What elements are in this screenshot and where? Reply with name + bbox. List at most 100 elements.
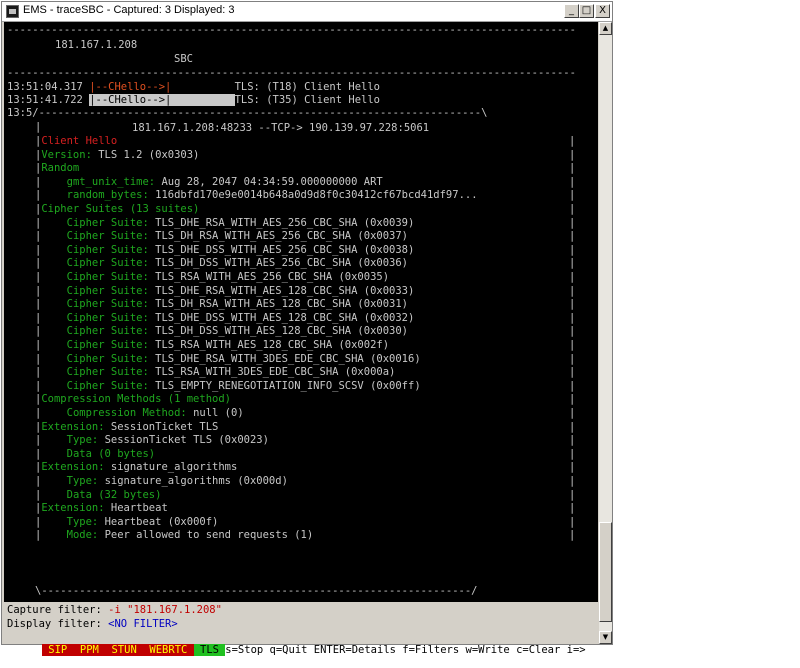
detail-line: |Extension: signature_algorithms bbox=[35, 461, 237, 474]
detail-field-label: Compression Methods (1 method) bbox=[41, 393, 231, 406]
detail-line: |Version: TLS 1.2 (0x0303) bbox=[35, 149, 199, 162]
detail-line: |Extension: Heartbeat bbox=[35, 502, 168, 515]
detail-box-side-right: | bbox=[569, 216, 576, 229]
detail-box-side-right: | bbox=[569, 189, 576, 202]
detail-field-value: Peer allowed to send requests (1) bbox=[104, 529, 314, 542]
detail-line: | Cipher Suite: TLS_DH_RSA_WITH_AES_256_… bbox=[35, 230, 408, 243]
indent-guide bbox=[41, 489, 66, 501]
scroll-down-icon[interactable]: ▼ bbox=[599, 631, 612, 644]
detail-field-value: signature_algorithms bbox=[110, 461, 238, 474]
indent-guide bbox=[41, 257, 66, 269]
detail-field-value: TLS_DH_DSS_WITH_AES_256_CBC_SHA (0x0036) bbox=[155, 257, 409, 270]
detail-field-label: Cipher Suite: bbox=[66, 243, 156, 256]
detail-box-side-right: | bbox=[569, 339, 576, 351]
tab-webrtc[interactable]: WEBRTC bbox=[143, 644, 194, 656]
message-row-selected[interactable]: 13:51:41.722 |--CHello-->| TLS: (T35) Cl… bbox=[7, 94, 380, 107]
detail-field-label: Cipher Suite: bbox=[66, 257, 156, 270]
detail-line: | Cipher Suite: TLS_DH_DSS_WITH_AES_128_… bbox=[35, 325, 408, 338]
detail-field-label: Cipher Suite: bbox=[66, 284, 156, 297]
terminal-panel[interactable]: ----------------------------------------… bbox=[4, 22, 598, 602]
endpoint-label: SBC bbox=[174, 53, 193, 65]
detail-field-label: Data (0 bytes) bbox=[66, 447, 156, 460]
detail-field-label: Cipher Suites (13 suites) bbox=[41, 203, 200, 215]
detail-field-value: 116dbfd170e9e0014b648a0d9d8f0c30412cf67b… bbox=[155, 189, 478, 202]
detail-field-value: Heartbeat (0x000f) bbox=[104, 515, 219, 528]
indent-guide bbox=[41, 298, 66, 310]
detail-box-top: 13:5/-----------------------------------… bbox=[7, 107, 488, 119]
display-filter-value: <NO FILTER> bbox=[108, 618, 178, 630]
tab-tls[interactable]: TLS bbox=[193, 644, 226, 656]
detail-box-side-right: | bbox=[569, 284, 576, 297]
detail-field-label: Cipher Suite: bbox=[66, 379, 156, 392]
detail-line: |Random bbox=[35, 162, 79, 175]
detail-line: | Compression Method: null (0) bbox=[35, 407, 244, 420]
detail-line: | Type: Heartbeat (0x000f) bbox=[35, 516, 218, 529]
key-help: s=Stop q=Quit ENTER=Details f=Filters w=… bbox=[225, 644, 586, 656]
detail-field-label: Mode: bbox=[66, 529, 105, 542]
message-arrow: |--CHello-->| bbox=[89, 81, 172, 93]
tab-ppm[interactable]: PPM bbox=[73, 644, 106, 656]
indent-guide bbox=[41, 176, 66, 188]
detail-field-value: null (0) bbox=[193, 407, 244, 419]
detail-box-side-right: | bbox=[569, 271, 576, 283]
vertical-scrollbar[interactable]: ▲ ▼ bbox=[599, 22, 612, 644]
capture-filter-label: Capture filter: bbox=[7, 604, 109, 616]
tab-stun[interactable]: STUN bbox=[105, 644, 144, 656]
detail-line: | Cipher Suite: TLS_EMPTY_RENEGOTIATION_… bbox=[35, 380, 421, 393]
indent-guide bbox=[41, 189, 66, 201]
ems-window: EMS - traceSBC - Captured: 3 Displayed: … bbox=[1, 1, 613, 656]
detail-line: |Client Hello bbox=[35, 135, 117, 148]
detail-field-value: TLS_RSA_WITH_AES_256_CBC_SHA (0x0035) bbox=[155, 271, 390, 283]
capture-filter-line: Capture filter: -i "181.167.1.208" bbox=[7, 604, 222, 617]
key-bar: SIP PPM STUN WEBRTC TLS s=Stop q=Quit EN… bbox=[4, 632, 598, 656]
detail-field-value: TLS_RSA_WITH_AES_128_CBC_SHA (0x002f) bbox=[155, 339, 390, 351]
app-icon bbox=[6, 5, 19, 18]
detail-field-label: Type: bbox=[66, 475, 105, 487]
detail-field-label: Extension: bbox=[41, 420, 111, 433]
detail-line: | gmt_unix_time: Aug 28, 2047 04:34:59.0… bbox=[35, 176, 383, 189]
detail-line: | Type: SessionTicket TLS (0x0023) bbox=[35, 434, 269, 447]
detail-field-label: Extension: bbox=[41, 461, 111, 474]
detail-field-value: TLS_RSA_WITH_3DES_EDE_CBC_SHA (0x000a) bbox=[155, 366, 396, 379]
detail-field-label: Cipher Suite: bbox=[66, 230, 156, 243]
detail-field-label: Cipher Suite: bbox=[66, 311, 156, 324]
header-rule: ----------------------------------------… bbox=[7, 67, 576, 79]
detail-field-label: Cipher Suite: bbox=[66, 325, 156, 338]
title-bar[interactable]: EMS - traceSBC - Captured: 3 Displayed: … bbox=[2, 2, 612, 22]
indent-guide bbox=[41, 312, 66, 324]
detail-box-side-right: | bbox=[569, 461, 576, 474]
indent-guide bbox=[41, 271, 66, 283]
scroll-up-icon[interactable]: ▲ bbox=[599, 22, 612, 35]
detail-field-value: TLS_DHE_RSA_WITH_3DES_EDE_CBC_SHA (0x001… bbox=[155, 352, 421, 365]
detail-box-side-right: | bbox=[569, 175, 576, 188]
detail-box-side-right: | bbox=[569, 488, 576, 501]
indent-guide bbox=[41, 244, 66, 256]
detail-field-label: Cipher Suite: bbox=[66, 352, 156, 365]
detail-box-side-right: | bbox=[569, 447, 576, 460]
indent-guide bbox=[41, 475, 66, 487]
indent-guide bbox=[41, 434, 66, 446]
detail-box-side-right: | bbox=[569, 366, 576, 379]
message-arrow: |--CHello-->| bbox=[89, 94, 172, 106]
detail-field-value: TLS_DH_DSS_WITH_AES_128_CBC_SHA (0x0030) bbox=[155, 325, 409, 338]
detail-field-value: TLS_DHE_RSA_WITH_AES_128_CBC_SHA (0x0033… bbox=[155, 284, 415, 297]
detail-field-label: Cipher Suite: bbox=[66, 271, 156, 283]
detail-box-side-right: | bbox=[569, 298, 576, 311]
detail-field-value: TLS_DH_RSA_WITH_AES_256_CBC_SHA (0x0037) bbox=[155, 230, 409, 243]
tab-sip[interactable]: SIP bbox=[41, 644, 74, 656]
detail-box-side-right: | bbox=[569, 434, 576, 447]
detail-line: |Cipher Suites (13 suites) bbox=[35, 203, 199, 216]
detail-box-side-right: | bbox=[569, 257, 576, 270]
maximize-button[interactable]: □ bbox=[579, 4, 594, 18]
indent-guide bbox=[41, 353, 66, 365]
indent-guide bbox=[41, 516, 66, 528]
detail-line: | Cipher Suite: TLS_DH_RSA_WITH_AES_128_… bbox=[35, 298, 408, 311]
close-button[interactable]: X bbox=[595, 4, 610, 18]
scroll-thumb[interactable] bbox=[599, 522, 612, 622]
message-proto: TLS: (T18) Client Hello bbox=[234, 81, 380, 93]
detail-line: |Extension: SessionTicket TLS bbox=[35, 421, 218, 434]
minimize-button[interactable]: _ bbox=[564, 4, 579, 18]
message-row[interactable]: 13:51:04.317 |--CHello-->| TLS: (T18) Cl… bbox=[7, 81, 380, 94]
connection-line: 181.167.1.208:48233 --TCP-> 190.139.97.2… bbox=[132, 122, 430, 134]
detail-field-label: Type: bbox=[66, 434, 105, 447]
